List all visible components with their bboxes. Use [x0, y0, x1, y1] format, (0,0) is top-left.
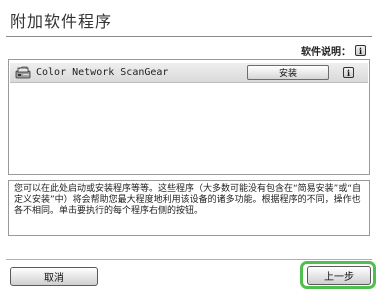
software-list: Color Network ScanGear 安装 i [8, 59, 370, 175]
software-name: Color Network ScanGear [36, 67, 169, 78]
list-item: Color Network ScanGear 安装 i [10, 63, 368, 83]
install-button[interactable]: 安装 [247, 65, 329, 80]
software-help-label: 软件说明： [301, 47, 351, 58]
info-icon[interactable]: i [343, 67, 354, 78]
info-icon[interactable]: i [355, 45, 366, 56]
dialog-title: 附加软件程序 [10, 12, 113, 31]
back-button[interactable]: 上一步 [307, 266, 371, 285]
title-divider [6, 36, 372, 37]
cancel-button[interactable]: 取消 [10, 267, 98, 286]
software-help-row: 软件说明： i [301, 43, 366, 58]
description-text: 您可以在此处启动或安装程序等等。这些程序（大多数可能没有包含在“简易安装”或“自… [8, 180, 370, 236]
scanner-app-icon [15, 66, 31, 79]
footer-divider [6, 259, 372, 260]
